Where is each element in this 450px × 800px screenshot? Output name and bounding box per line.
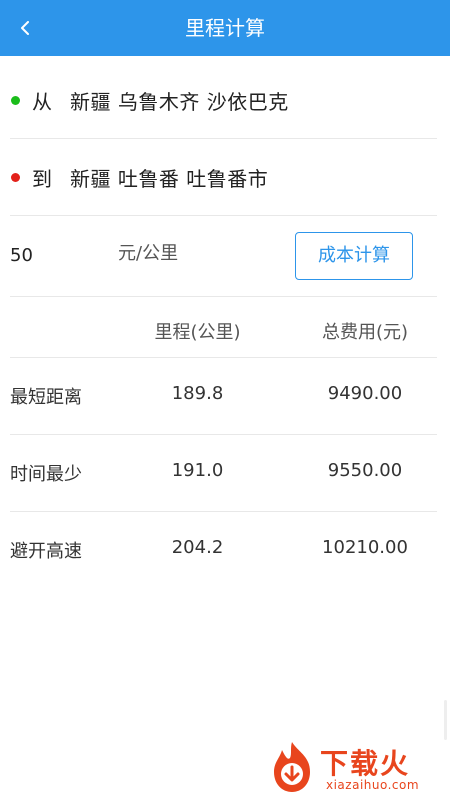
origin-dot-icon [11, 96, 20, 105]
origin-location: 新疆 乌鲁木齐 沙依巴克 [70, 90, 289, 114]
cost-calculate-button[interactable]: 成本计算 [295, 232, 413, 280]
row-total-cost: 10210.00 [322, 537, 408, 558]
watermark: 下载火 xiazaihuo.com [262, 736, 448, 798]
header-total-cost: 总费用(元) [321, 322, 409, 343]
results-table: 里程(公里) 总费用(元) 最短距离 189.8 9490.00 时间最少 19… [10, 298, 437, 589]
origin-label: 从 [32, 90, 52, 114]
row-distance: 204.2 [171, 537, 224, 558]
row-route-type: 最短距离 [10, 387, 82, 408]
row-route-type: 避开高速 [10, 541, 82, 562]
destination-label: 到 [32, 167, 52, 191]
table-header: 里程(公里) 总费用(元) [10, 298, 437, 358]
table-row: 避开高速 204.2 10210.00 [10, 512, 437, 589]
table-row: 时间最少 191.0 9550.00 [10, 435, 437, 512]
watermark-domain: xiazaihuo.com [326, 778, 420, 792]
row-route-type: 时间最少 [10, 464, 82, 485]
destination-dot-icon [11, 173, 20, 182]
price-unit-label: 元/公里 [118, 243, 179, 264]
flame-logo-icon [274, 742, 310, 792]
scrollbar[interactable] [444, 700, 447, 740]
cost-settings-row: 50 元/公里 成本计算 [10, 217, 437, 297]
destination-location: 新疆 吐鲁番 吐鲁番市 [70, 167, 269, 191]
price-per-km-input[interactable]: 50 [10, 241, 100, 271]
app-header: 里程计算 [0, 0, 450, 56]
row-total-cost: 9550.00 [327, 460, 403, 481]
row-total-cost: 9490.00 [327, 383, 403, 404]
row-distance: 191.0 [171, 460, 224, 481]
row-distance: 189.8 [171, 383, 224, 404]
watermark-title: 下载火 [320, 747, 411, 780]
page-title: 里程计算 [185, 16, 265, 40]
table-row: 最短距离 189.8 9490.00 [10, 358, 437, 435]
header-distance: 里程(公里) [154, 322, 241, 343]
origin-row[interactable]: 从 新疆 乌鲁木齐 沙依巴克 [10, 63, 437, 139]
destination-row[interactable]: 到 新疆 吐鲁番 吐鲁番市 [10, 140, 437, 216]
